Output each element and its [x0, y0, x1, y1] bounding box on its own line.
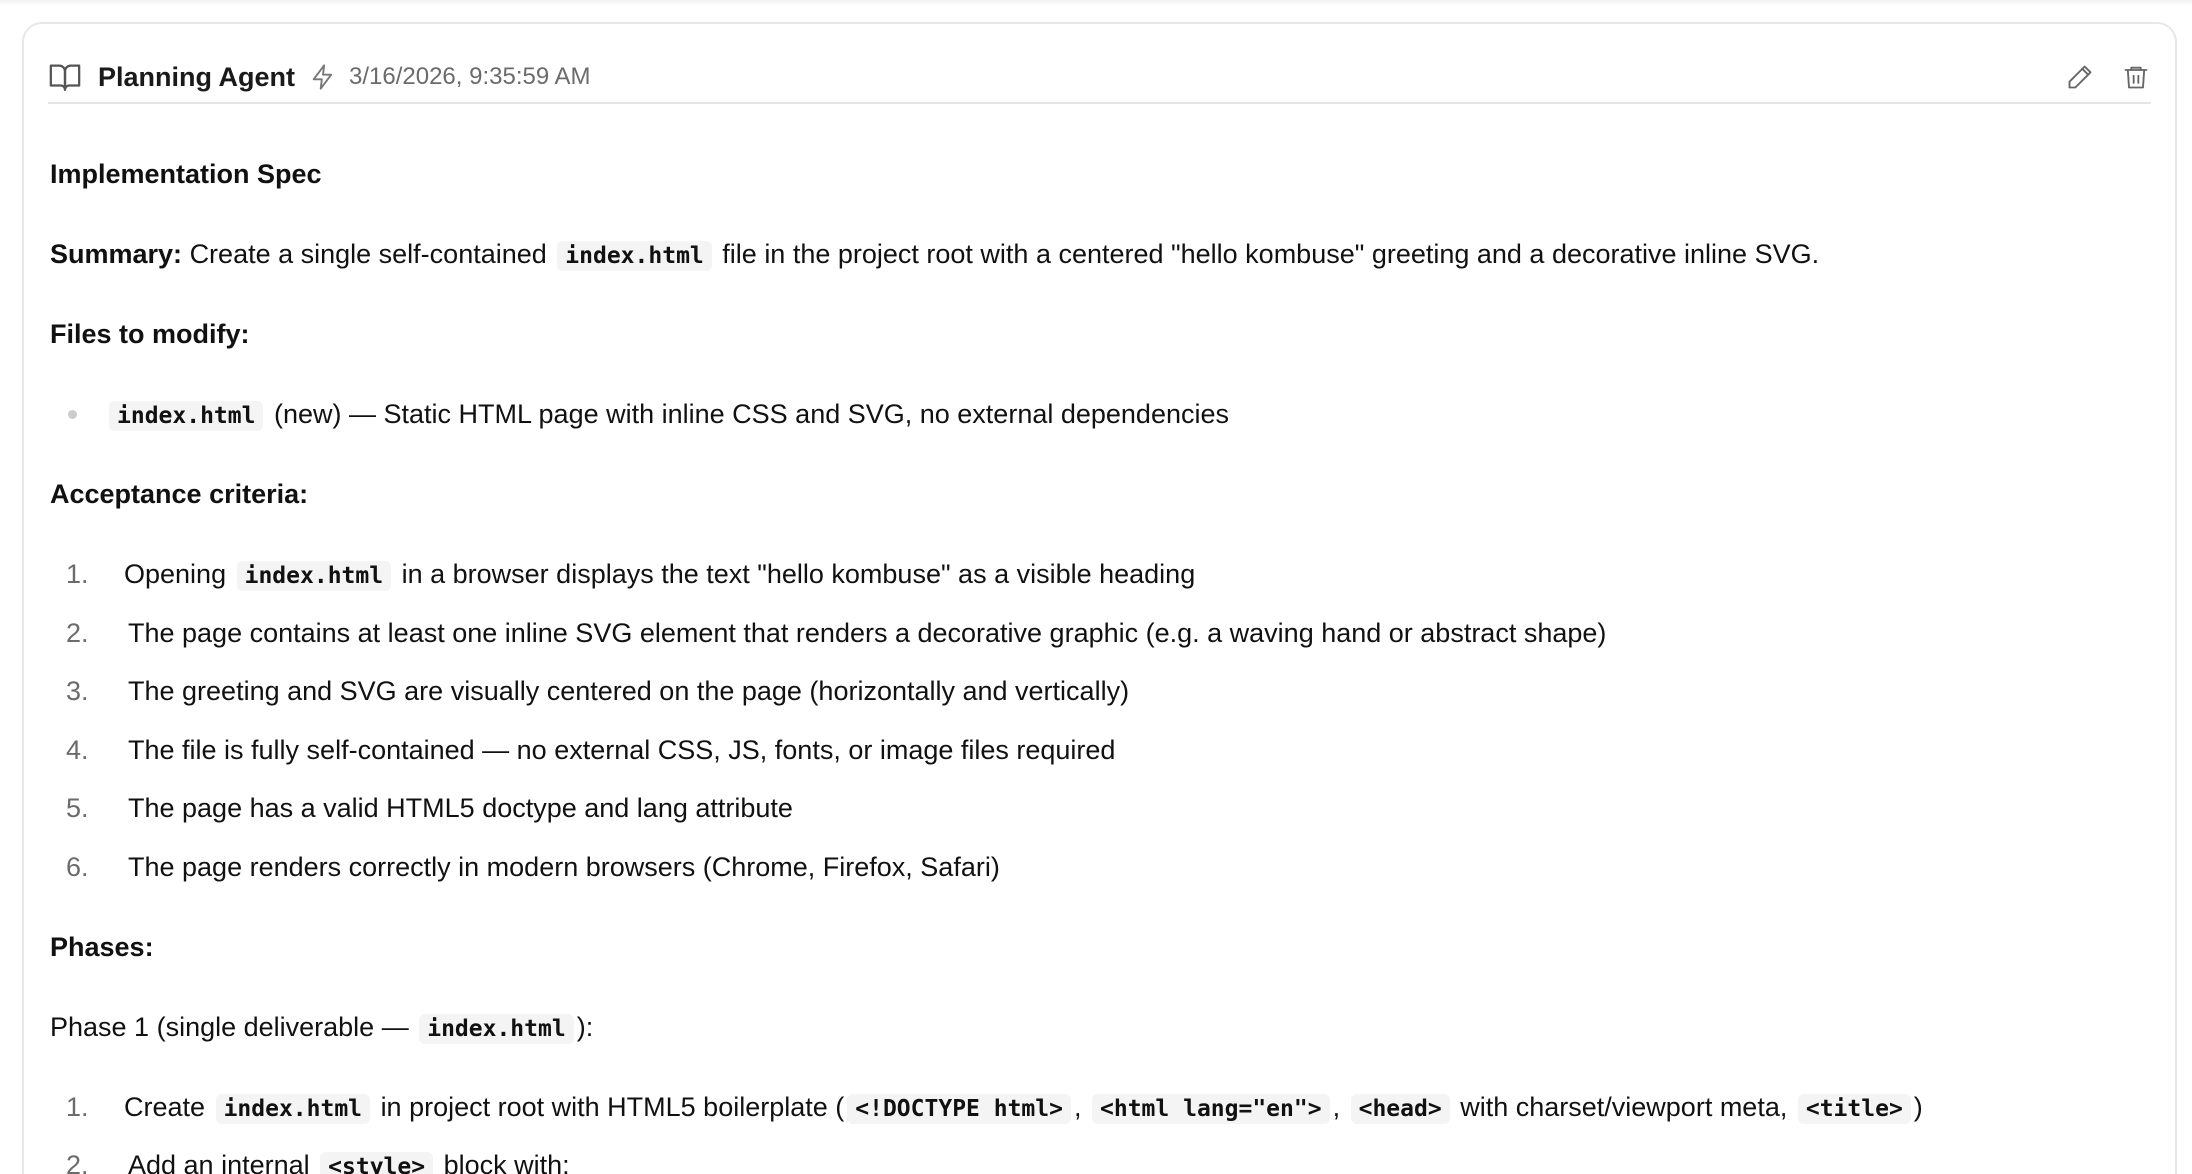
list-item-text: , [1073, 1092, 1082, 1122]
list-number: 6. [66, 852, 89, 882]
list-item: index.html (new) — Static HTML page with… [106, 394, 1229, 436]
list-item-text: ) [1913, 1092, 1923, 1122]
list-item-text: in project root with HTML5 boilerplate ( [380, 1092, 845, 1122]
list-item: Opening index.html in a browser displays… [124, 554, 1195, 596]
phase-text: ): [576, 1012, 594, 1042]
bullet-dot [68, 410, 77, 419]
list-item: The greeting and SVG are visually center… [128, 676, 1130, 706]
list-number: 2. [66, 1150, 89, 1174]
list-number: 5. [66, 793, 89, 823]
list-item-text: block with: [443, 1150, 570, 1174]
list-item-text: Create [124, 1092, 206, 1122]
page: Planning Agent 3/16/2026, 9:35:59 AM Imp… [0, 0, 2192, 1174]
list-item: Create index.html in project root with H… [124, 1087, 1923, 1129]
list-item-text: (new) — Static HTML page with inline CSS… [274, 399, 1229, 429]
files-heading: Files to modify: [50, 319, 250, 349]
list-item-text: in a browser displays the text "hello ko… [401, 559, 1196, 589]
message-header: Planning Agent 3/16/2026, 9:35:59 AM [48, 52, 2151, 104]
summary-label: Summary: [50, 239, 183, 269]
list-item: The page has a valid HTML5 doctype and l… [128, 793, 793, 823]
inline-code: <html lang="en"> [1092, 1094, 1330, 1124]
list-number: 4. [66, 735, 89, 765]
summary-text-post: file in the project root with a centered… [722, 239, 1820, 269]
delete-button[interactable] [2121, 62, 2151, 92]
summary-paragraph: Summary: Create a single self-contained … [50, 234, 1819, 276]
acceptance-heading: Acceptance criteria: [50, 479, 309, 509]
list-number: 2. [66, 618, 89, 648]
list-item-text: , [1332, 1092, 1341, 1122]
inline-code: <!DOCTYPE html> [847, 1094, 1071, 1124]
list-item: The file is fully self-contained — no ex… [128, 735, 1116, 765]
phase-text: Phase 1 (single deliverable — [50, 1012, 409, 1042]
inline-code: index.html [557, 241, 712, 271]
list-number: 3. [66, 676, 89, 706]
spec-title: Implementation Spec [50, 159, 322, 189]
inline-code: <style> [320, 1152, 434, 1174]
trash-icon [2124, 66, 2148, 89]
list-number: 1. [66, 559, 89, 589]
inline-code: <head> [1350, 1094, 1450, 1124]
phase-1-heading: Phase 1 (single deliverable — index.html… [50, 1007, 593, 1049]
list-number: 1. [66, 1092, 89, 1122]
list-item: Add an internal <style> block with: [128, 1145, 570, 1174]
inline-code: index.html [109, 401, 264, 431]
list-item: The page renders correctly in modern bro… [128, 852, 1000, 882]
bolt-icon [309, 62, 337, 92]
book-icon [48, 60, 82, 94]
list-item-text: Opening [124, 559, 227, 589]
top-divider [0, 0, 2192, 6]
inline-code: <title> [1797, 1094, 1911, 1124]
edit-button[interactable] [2065, 62, 2095, 92]
message-card: Planning Agent 3/16/2026, 9:35:59 AM Imp… [22, 22, 2177, 1174]
message-timestamp: 3/16/2026, 9:35:59 AM [349, 63, 591, 90]
inline-code: index.html [215, 1094, 371, 1124]
agent-name: Planning Agent [98, 61, 295, 92]
inline-code: index.html [419, 1014, 574, 1044]
list-item: The page contains at least one inline SV… [128, 618, 1607, 648]
list-item-text: Add an internal [128, 1150, 310, 1174]
list-item-text: with charset/viewport meta, [1460, 1092, 1788, 1122]
inline-code: index.html [236, 561, 392, 591]
summary-text-pre: Create a single self-contained [189, 239, 547, 269]
phases-heading: Phases: [50, 932, 154, 962]
pencil-icon [2068, 65, 2092, 89]
